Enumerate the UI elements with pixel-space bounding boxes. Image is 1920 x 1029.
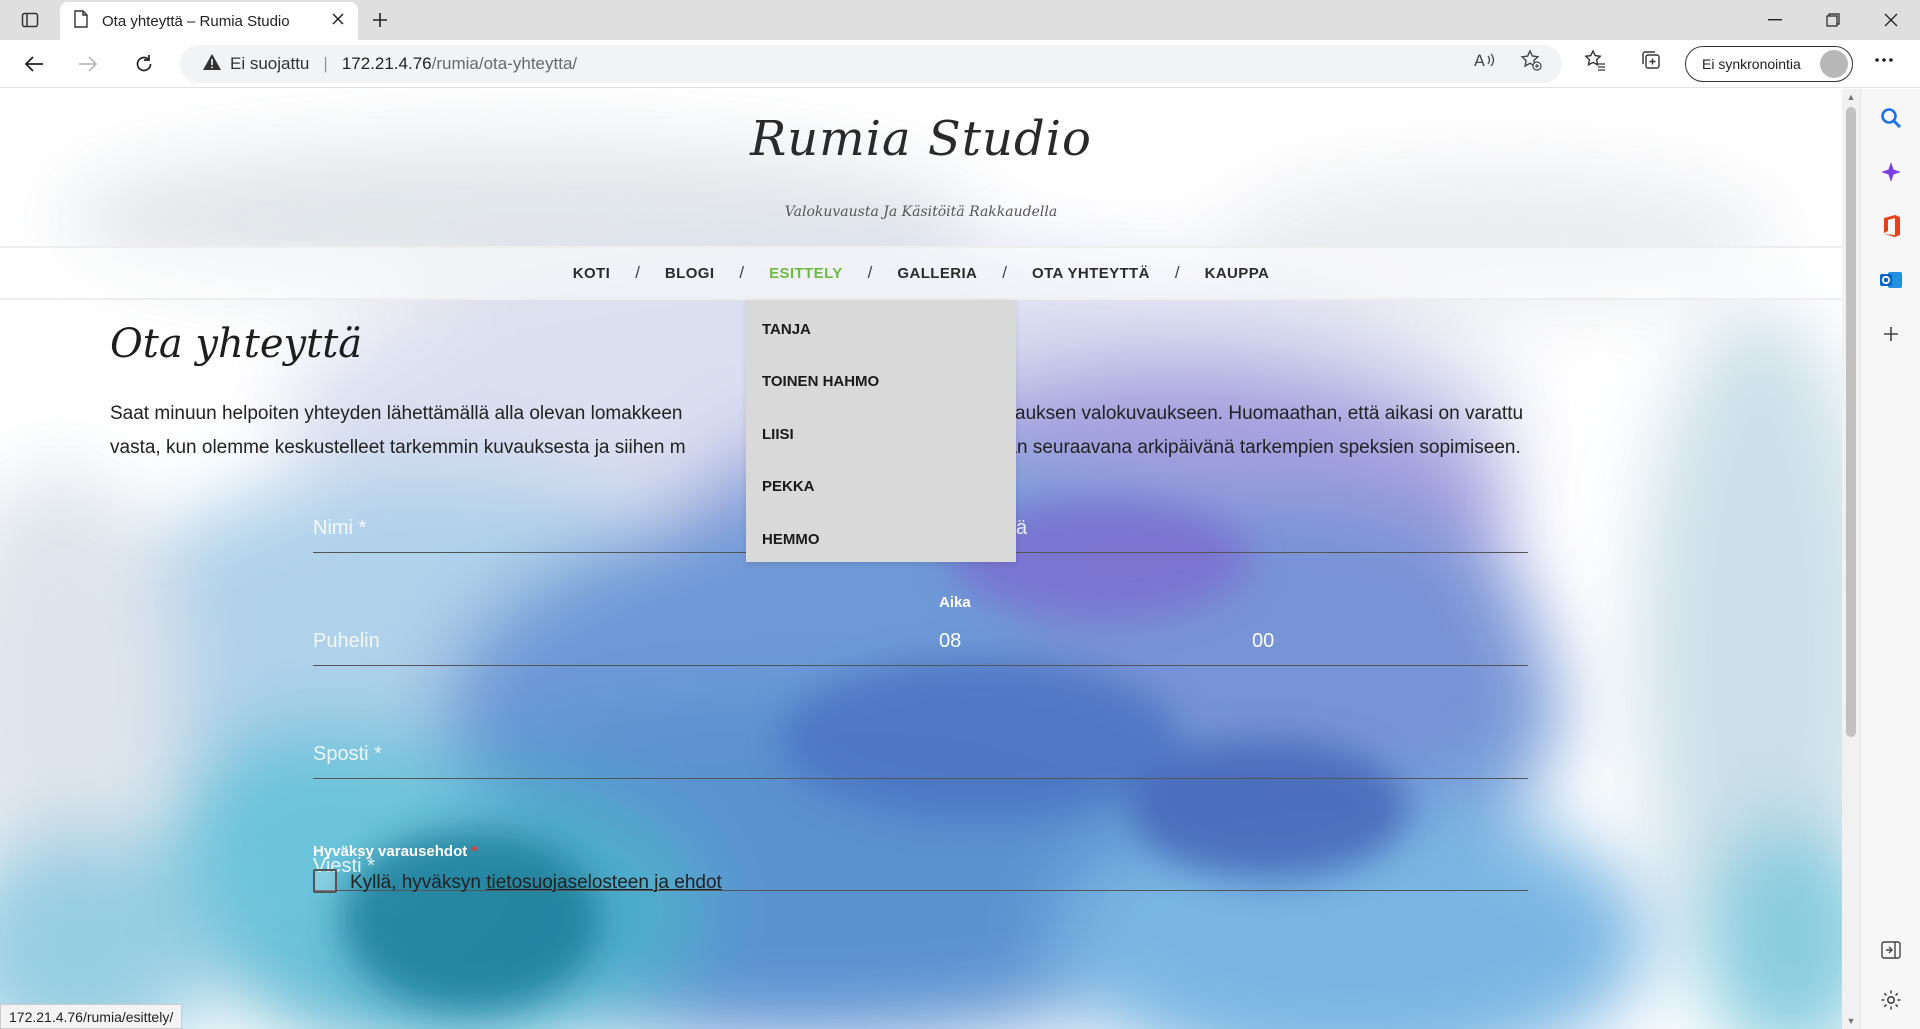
intro-line2-start: vasta, kun olemme keskustelleet tarkemmi… — [110, 437, 686, 458]
terms-checkbox[interactable] — [313, 869, 337, 893]
office-icon[interactable] — [1878, 213, 1904, 239]
add-sidebar-app-icon[interactable] — [1878, 321, 1904, 347]
close-tab-icon[interactable] — [332, 12, 344, 30]
date-label: ä — [1016, 517, 1028, 539]
status-url: 172.21.4.76/rumia/esittely/ — [0, 1004, 183, 1029]
edge-sidebar — [1860, 89, 1920, 1029]
dropdown-item-liisi[interactable]: LIISI — [746, 408, 1016, 461]
new-tab-icon[interactable] — [362, 2, 398, 38]
scroll-down-icon[interactable]: ▼ — [1842, 1013, 1860, 1029]
more-options-icon[interactable] — [1873, 49, 1895, 71]
phone-field[interactable]: Puhelin — [313, 622, 939, 666]
dropdown-item-hemmo[interactable]: HEMMO — [746, 513, 1016, 566]
privacy-terms-link[interactable]: tietosuojaselosteen ja ehdot — [486, 872, 722, 893]
nav-separator: / — [739, 263, 745, 282]
nav-koti[interactable]: KOTI — [573, 265, 610, 282]
intro-line1-start: Saat minuun helpoiten yhteyden lähettämä… — [110, 403, 683, 424]
svg-text:A: A — [1474, 51, 1485, 69]
scroll-thumb[interactable] — [1846, 107, 1856, 737]
nav-kauppa[interactable]: KAUPPA — [1205, 265, 1270, 282]
tab-title: Ota yhteyttä – Rumia Studio — [102, 12, 290, 30]
terms-heading-text: Hyväksy varausehdot — [313, 843, 468, 860]
address-toolbar: Ei suojattu | 172.21.4.76/rumia/ota-yhte… — [0, 40, 1920, 88]
site-title[interactable]: Rumia Studio — [0, 111, 1842, 167]
refresh-icon[interactable] — [126, 46, 162, 82]
time-label: Aika — [939, 594, 971, 611]
tab-bar: Ota yhteyttä – Rumia Studio — [0, 0, 1920, 40]
hide-sidebar-icon[interactable] — [1878, 937, 1904, 963]
nav-galleria[interactable]: GALLERIA — [897, 265, 977, 282]
terms-checkbox-label: Kyllä, hyväksyn tietosuojaselosteen ja e… — [350, 872, 722, 894]
time-hours[interactable]: 08 — [939, 630, 961, 653]
add-favorite-icon[interactable] — [1520, 49, 1542, 71]
email-label: Sposti * — [313, 743, 382, 765]
scroll-up-icon[interactable]: ▲ — [1842, 89, 1860, 105]
page-viewport: Rumia Studio Valokuvausta Ja Käsitöitä R… — [0, 89, 1842, 1029]
nav-separator: / — [1002, 263, 1007, 282]
read-aloud-icon[interactable]: A — [1474, 49, 1496, 71]
dropdown-item-pekka[interactable]: PEKKA — [746, 461, 1016, 514]
collections-icon[interactable] — [1640, 49, 1662, 71]
page-icon — [74, 9, 88, 33]
sync-label: Ei synkronointia — [1702, 56, 1801, 72]
name-label: Nimi * — [313, 517, 367, 539]
required-mark: * — [471, 843, 478, 860]
time-field[interactable]: 08 00 — [939, 622, 1528, 666]
sync-button[interactable]: Ei synkronointia — [1685, 46, 1853, 82]
dropdown-item-tanja[interactable]: TANJA — [746, 303, 1016, 356]
url-path: /rumia/ota-yhteytta/ — [431, 54, 578, 73]
close-window-icon[interactable] — [1861, 0, 1920, 40]
page-title: Ota yhteyttä — [110, 321, 363, 367]
time-minutes[interactable]: 00 — [1252, 630, 1274, 653]
favorites-icon[interactable] — [1584, 49, 1606, 71]
email-field[interactable]: Sposti * — [313, 735, 1528, 779]
dropdown-item-toinen-hahmo[interactable]: TOINEN HAHMO — [746, 356, 1016, 409]
warning-icon — [202, 53, 222, 76]
url-bar[interactable]: Ei suojattu | 172.21.4.76/rumia/ota-yhte… — [180, 45, 1562, 83]
nav-esittely[interactable]: ESITTELY — [769, 265, 843, 282]
back-icon[interactable] — [16, 46, 52, 82]
nav-blogi[interactable]: BLOGI — [665, 265, 715, 282]
nav-separator: / — [635, 263, 640, 282]
date-field[interactable]: ä — [1016, 509, 1528, 553]
main-navigation: KOTI / BLOGI / ESITTELY / GALLERIA / OTA… — [0, 246, 1842, 300]
nav-separator: / — [1174, 263, 1180, 282]
phone-label: Puhelin — [313, 630, 380, 652]
page-scrollbar[interactable]: ▲ ▼ — [1842, 89, 1860, 1029]
copilot-icon[interactable] — [1878, 159, 1904, 185]
outlook-icon[interactable] — [1878, 267, 1904, 293]
security-label[interactable]: Ei suojattu — [230, 54, 309, 74]
nav-ota-yhteytta[interactable]: OTA YHTEYTTÄ — [1032, 265, 1150, 282]
url-separator: | — [323, 54, 328, 73]
site-tagline: Valokuvausta Ja Käsitöitä Rakkaudella — [784, 204, 1058, 220]
search-icon[interactable] — [1878, 105, 1904, 131]
active-tab[interactable]: Ota yhteyttä – Rumia Studio — [60, 2, 358, 40]
url-host: 172.21.4.76 — [341, 54, 432, 73]
terms-checkbox-text: Kyllä, hyväksyn — [350, 872, 481, 893]
restore-icon[interactable] — [1803, 0, 1863, 40]
esittely-dropdown-menu: TANJA TOINEN HAHMO LIISI PEKKA HEMMO — [746, 300, 1016, 562]
name-field[interactable]: Nimi * — [313, 509, 743, 553]
nav-separator: / — [867, 263, 873, 282]
terms-heading: Hyväksy varausehdot * — [313, 843, 477, 860]
tab-actions-icon[interactable] — [12, 2, 48, 38]
settings-icon[interactable] — [1878, 987, 1904, 1013]
minimize-icon[interactable] — [1745, 0, 1805, 40]
profile-avatar-icon — [1820, 50, 1848, 78]
forward-icon[interactable] — [70, 46, 106, 82]
